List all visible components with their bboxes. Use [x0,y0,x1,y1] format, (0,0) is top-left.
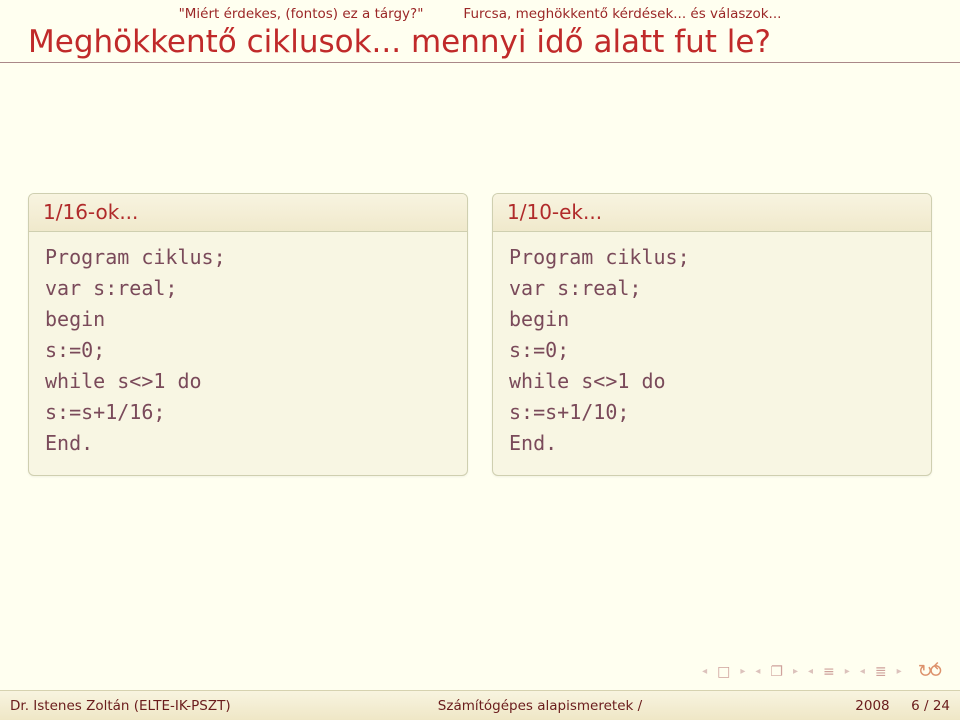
code-block-right: 1/10-ek... Program ciklus; var s:real; b… [492,193,932,476]
code-line: Program ciklus; [45,242,451,273]
nav-prev-frame-icon[interactable]: ◂ [752,666,763,677]
code-line: End. [509,428,915,459]
nav-forward-icon[interactable]: ▸ [894,666,905,677]
nav-toc-icon[interactable]: ≡ [820,664,838,680]
code-block-left-header: 1/16-ok... [29,194,467,232]
code-line: begin [45,304,451,335]
code-line: s:=s+1/16; [45,397,451,428]
nav-refresh-icon[interactable]: ↻⥀ [915,661,942,682]
code-line: while s<>1 do [45,366,451,397]
code-line: var s:real; [45,273,451,304]
nav-controls: ◂ □ ▸ ◂ ❐ ▸ ◂ ≡ ▸ ◂ ≣ ▸ ↻⥀ [699,661,942,682]
footer-year: 2008 [855,698,889,714]
footer-page-number: 6 / 24 [911,698,950,714]
nav-frames-icon[interactable]: ❐ [767,664,786,680]
code-line: while s<>1 do [509,366,915,397]
code-line: End. [45,428,451,459]
content-columns: 1/16-ok... Program ciklus; var s:real; b… [0,63,960,476]
breadcrumb: "Miért érdekes, (fontos) ez a tárgy?" Fu… [0,0,960,22]
nav-prev-section-icon[interactable]: ◂ [805,666,816,677]
nav-prev-slide-icon[interactable]: ◂ [699,666,710,677]
code-line: s:=s+1/10; [509,397,915,428]
nav-back-icon[interactable]: ◂ [857,666,868,677]
nav-next-slide-icon[interactable]: ▸ [737,666,748,677]
nav-slide-icon[interactable]: □ [714,664,733,680]
code-line: s:=0; [45,335,451,366]
footer-page: 2008 6 / 24 [750,698,950,714]
code-block-left-body: Program ciklus; var s:real; begin s:=0; … [29,232,467,475]
code-line: begin [509,304,915,335]
slide-title: Meghökkentő ciklusok... mennyi idő alatt… [0,22,960,60]
nav-search-icon[interactable]: ≣ [872,664,890,680]
code-line: Program ciklus; [509,242,915,273]
breadcrumb-section[interactable]: "Miért érdekes, (fontos) ez a tárgy?" [179,6,424,22]
code-line: var s:real; [509,273,915,304]
footer-course: Számítógépes alapismeretek / [330,698,750,714]
footer-author: Dr. Istenes Zoltán (ELTE-IK-PSZT) [10,698,330,714]
nav-next-frame-icon[interactable]: ▸ [790,666,801,677]
breadcrumb-subsection[interactable]: Furcsa, meghökkentő kérdések... és válas… [463,6,781,22]
code-line: s:=0; [509,335,915,366]
code-block-right-body: Program ciklus; var s:real; begin s:=0; … [493,232,931,475]
nav-next-section-icon[interactable]: ▸ [842,666,853,677]
code-block-left: 1/16-ok... Program ciklus; var s:real; b… [28,193,468,476]
code-block-right-header: 1/10-ek... [493,194,931,232]
footer: Dr. Istenes Zoltán (ELTE-IK-PSZT) Számít… [0,690,960,720]
